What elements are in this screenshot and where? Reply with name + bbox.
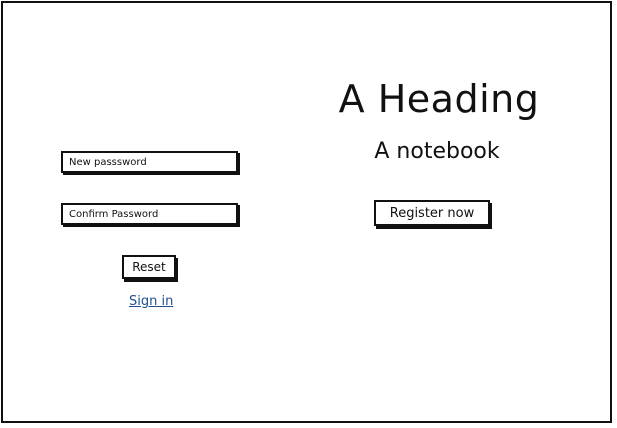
new-password-field[interactable] bbox=[61, 151, 238, 173]
page-subheading: A notebook bbox=[374, 139, 500, 164]
sign-in-link[interactable]: Sign in bbox=[129, 294, 173, 309]
page-heading: A Heading bbox=[338, 77, 540, 121]
register-now-button[interactable]: Register now bbox=[374, 200, 490, 226]
window-frame: A Heading A notebook Reset Sign in Regis… bbox=[1, 1, 612, 423]
confirm-password-field[interactable] bbox=[61, 203, 238, 225]
reset-button[interactable]: Reset bbox=[122, 255, 176, 279]
